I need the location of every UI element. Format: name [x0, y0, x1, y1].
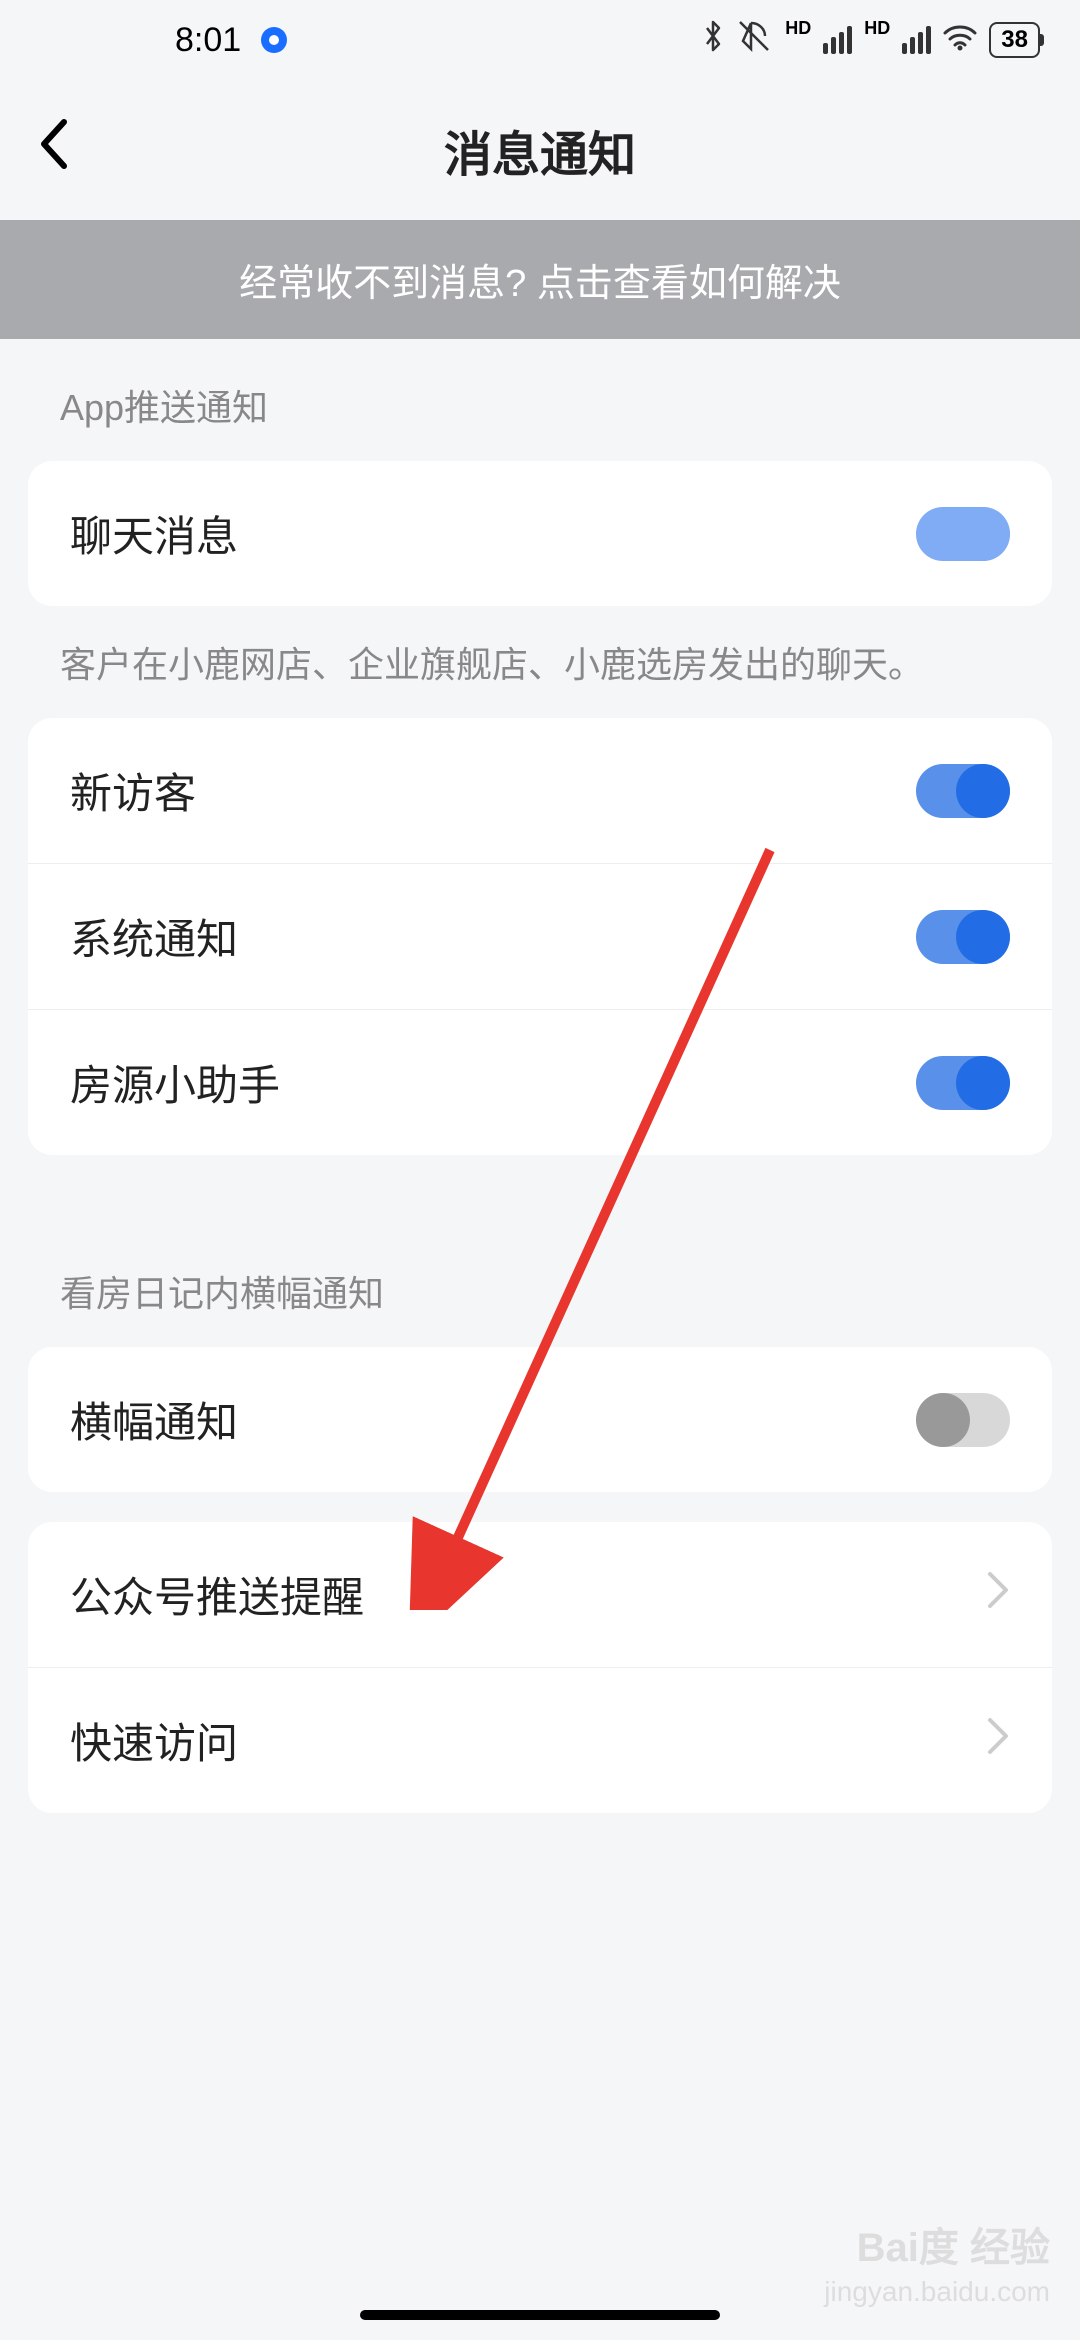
item-label: 聊天消息	[70, 503, 238, 564]
item-new-visitor[interactable]: 新访客	[28, 718, 1052, 864]
status-indicator-dot	[261, 27, 287, 53]
status-left: 8:01	[175, 21, 287, 60]
signal-bars-1	[823, 26, 852, 54]
item-quick-access[interactable]: 快速访问	[28, 1668, 1052, 1813]
page-title: 消息通知	[444, 115, 636, 185]
chevron-right-icon	[986, 1567, 1010, 1622]
item-label: 新访客	[70, 760, 196, 821]
toggle-banner-notice[interactable]	[916, 1393, 1010, 1447]
status-right: HD HD 38	[701, 19, 1040, 62]
toggle-knob	[956, 910, 1010, 964]
toggle-chat-message[interactable]	[916, 507, 1010, 561]
section-label-app-push: App推送通知	[0, 339, 1080, 461]
item-housing-assistant[interactable]: 房源小助手	[28, 1010, 1052, 1155]
vibrate-icon	[737, 19, 773, 62]
page-header: 消息通知	[0, 80, 1080, 220]
card-banner-notice: 横幅通知	[28, 1347, 1052, 1492]
item-system-notice[interactable]: 系统通知	[28, 864, 1052, 1010]
battery-level: 38	[1001, 26, 1028, 53]
item-official-account-push[interactable]: 公众号推送提醒	[28, 1522, 1052, 1668]
item-label: 房源小助手	[70, 1052, 280, 1113]
hd-label-2: HD	[864, 18, 890, 39]
wifi-icon	[943, 21, 977, 60]
item-chat-message[interactable]: 聊天消息	[28, 461, 1052, 606]
toggle-knob	[916, 1393, 970, 1447]
card-nav-items: 公众号推送提醒 快速访问	[28, 1522, 1052, 1813]
signal-bars-2	[902, 26, 931, 54]
back-button[interactable]	[38, 117, 70, 184]
card-chat: 聊天消息	[28, 461, 1052, 606]
banner-text: 经常收不到消息? 点击查看如何解决	[239, 263, 841, 305]
item-label: 快速访问	[70, 1710, 238, 1771]
watermark-url: jingyan.baidu.com	[824, 2274, 1050, 2310]
item-label: 公众号推送提醒	[70, 1564, 364, 1625]
battery-icon: 38	[989, 22, 1040, 58]
watermark: Bai度 经验 jingyan.baidu.com	[824, 2222, 1050, 2310]
hd-label-1: HD	[785, 18, 811, 39]
chevron-right-icon	[986, 1713, 1010, 1768]
toggle-knob	[956, 764, 1010, 818]
card-app-push: 新访客 系统通知 房源小助手	[28, 718, 1052, 1155]
toggle-knob	[956, 507, 1010, 561]
toggle-new-visitor[interactable]	[916, 764, 1010, 818]
status-bar: 8:01 HD HD 38	[0, 0, 1080, 80]
item-label: 横幅通知	[70, 1389, 238, 1450]
watermark-brand: Bai度 经验	[824, 2222, 1050, 2274]
status-time: 8:01	[175, 21, 241, 60]
item-label: 系统通知	[70, 906, 238, 967]
section-desc-chat: 客户在小鹿网店、企业旗舰店、小鹿选房发出的聊天。	[0, 606, 1080, 718]
item-banner-notice[interactable]: 横幅通知	[28, 1347, 1052, 1492]
toggle-system-notice[interactable]	[916, 910, 1010, 964]
section-label-banner-notice: 看房日记内横幅通知	[0, 1225, 1080, 1347]
toggle-knob	[956, 1056, 1010, 1110]
bluetooth-icon	[701, 19, 725, 62]
home-indicator[interactable]	[360, 2310, 720, 2320]
help-banner[interactable]: 经常收不到消息? 点击查看如何解决	[0, 220, 1080, 339]
toggle-housing-assistant[interactable]	[916, 1056, 1010, 1110]
